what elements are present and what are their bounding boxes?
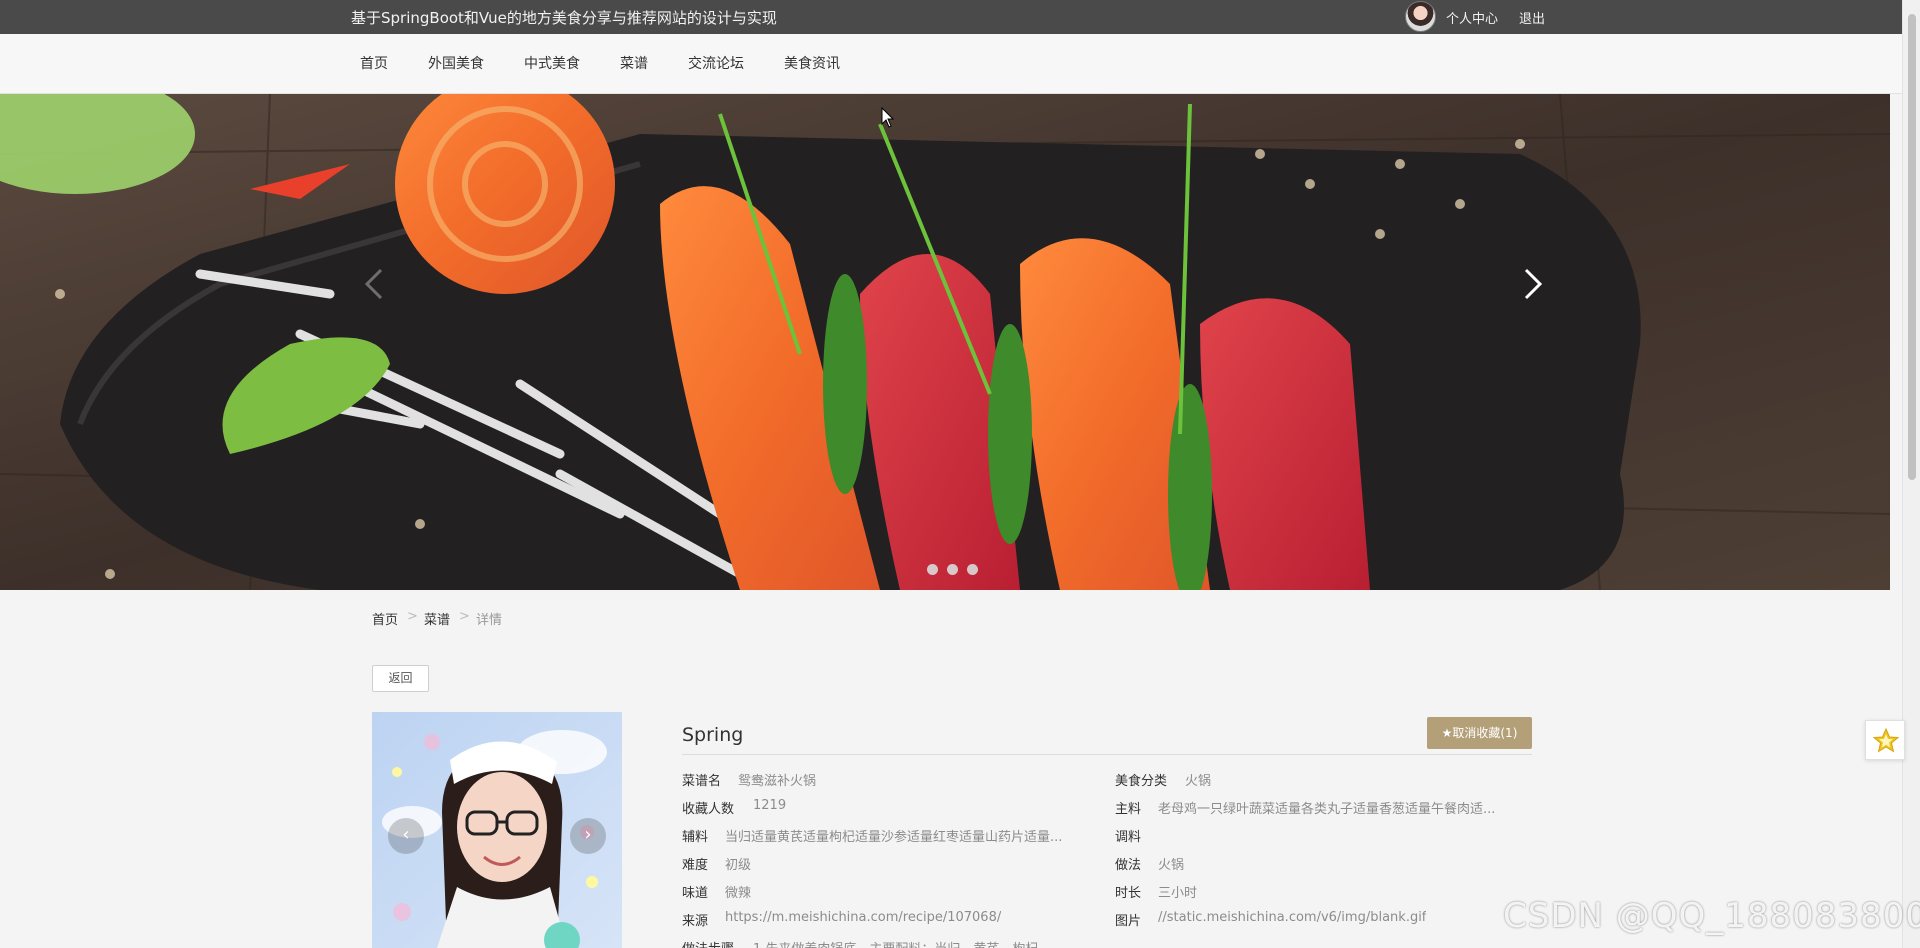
carousel-next-button[interactable] (1512, 264, 1552, 304)
field-label-steps: 做法步骤 (682, 938, 734, 948)
carousel-dot-2[interactable] (947, 564, 958, 575)
field-value-method: 火锅 (1158, 858, 1185, 873)
nav-item-forum[interactable]: 交流论坛 (688, 53, 744, 73)
field-value-recipe-name: 鸳鸯滋补火锅 (738, 774, 817, 789)
breadcrumb-recipes[interactable]: 菜谱 (424, 609, 450, 628)
recipe-title: Spring (682, 724, 744, 746)
nav-item-chinese-food[interactable]: 中式美食 (524, 53, 580, 73)
chevron-right-icon (1524, 268, 1543, 300)
field-label-main-ingredient: 主料 (1115, 802, 1142, 817)
field-value-duration: 三小时 (1158, 886, 1198, 901)
field-value-auxiliary: 当归适量黄芪适量枸杞适量沙参适量红枣适量山药片适量... (725, 830, 1063, 845)
field-value-favorites: 1219 (753, 798, 787, 813)
field-value-source[interactable]: https://m.meishichina.com/recipe/107068/ (725, 910, 1001, 925)
recipe-image-gallery: ‹ › (372, 712, 622, 948)
field-label-recipe-name: 菜谱名 (682, 774, 722, 789)
title-divider (682, 754, 1532, 755)
scrollbar-thumb[interactable] (1908, 14, 1916, 480)
field-label-method: 做法 (1115, 858, 1142, 873)
banner-carousel (0, 94, 1890, 590)
field-value-difficulty: 初级 (725, 858, 752, 873)
breadcrumb-separator: > (459, 609, 470, 624)
field-label-auxiliary: 辅料 (682, 830, 709, 845)
user-avatar[interactable] (1405, 1, 1436, 32)
back-button[interactable]: 返回 (372, 665, 429, 692)
field-value-taste: 微辣 (725, 886, 752, 901)
page-scrollbar[interactable] (1902, 0, 1920, 948)
mouse-cursor-icon (881, 107, 895, 128)
field-value-category: 火锅 (1185, 774, 1212, 789)
breadcrumb-home[interactable]: 首页 (372, 609, 398, 628)
logout-link[interactable]: 退出 (1519, 8, 1545, 27)
field-label-taste: 味道 (682, 886, 709, 901)
user-center-link[interactable]: 个人中心 (1446, 8, 1498, 27)
main-nav: 首页 外国美食 中式美食 菜谱 交流论坛 美食资讯 (0, 34, 1902, 94)
star-icon: ★ (1441, 726, 1453, 740)
carousel-prev-button[interactable] (355, 264, 395, 304)
nav-item-food-news[interactable]: 美食资讯 (784, 53, 840, 73)
unfavorite-button[interactable]: ★取消收藏(1) (1427, 717, 1532, 749)
nav-item-foreign-food[interactable]: 外国美食 (428, 53, 484, 73)
field-label-source: 来源 (682, 914, 709, 929)
gallery-next-button[interactable]: › (570, 818, 606, 854)
banner-image (0, 94, 1890, 590)
field-value-steps: 1.先来做养肉锅底，主要配料：当归、黄芪、枸杞 (753, 938, 1038, 948)
field-label-category: 美食分类 (1115, 774, 1168, 789)
carousel-dot-3[interactable] (967, 564, 978, 575)
field-value-image: //static.meishichina.com/v6/img/blank.gi… (1158, 910, 1427, 925)
nav-item-recipes[interactable]: 菜谱 (620, 53, 648, 73)
floating-favorite-button[interactable] (1865, 720, 1905, 760)
site-title: 基于SpringBoot和Vue的地方美食分享与推荐网站的设计与实现 (351, 9, 777, 27)
field-label-duration: 时长 (1115, 886, 1142, 901)
field-label-difficulty: 难度 (682, 858, 709, 873)
top-bar: 基于SpringBoot和Vue的地方美食分享与推荐网站的设计与实现 个人中心 … (0, 0, 1902, 34)
field-value-main-ingredient: 老母鸡一只绿叶蔬菜适量各类丸子适量香葱适量午餐肉适... (1158, 802, 1496, 817)
chevron-left-icon (364, 268, 383, 300)
field-label-favorites: 收藏人数 (682, 802, 735, 817)
watermark: CSDN @QQ_188083800 (1503, 896, 1920, 936)
field-label-image: 图片 (1115, 914, 1142, 929)
breadcrumb-separator: > (407, 609, 418, 624)
star-icon (1872, 727, 1900, 753)
carousel-dot-1[interactable] (927, 564, 938, 575)
unfavorite-label: 取消收藏(1) (1452, 726, 1518, 740)
nav-item-home[interactable]: 首页 (360, 53, 388, 73)
gallery-prev-button[interactable]: ‹ (388, 818, 424, 854)
breadcrumb-current: 详情 (476, 613, 503, 628)
field-label-seasoning: 调料 (1115, 830, 1142, 845)
